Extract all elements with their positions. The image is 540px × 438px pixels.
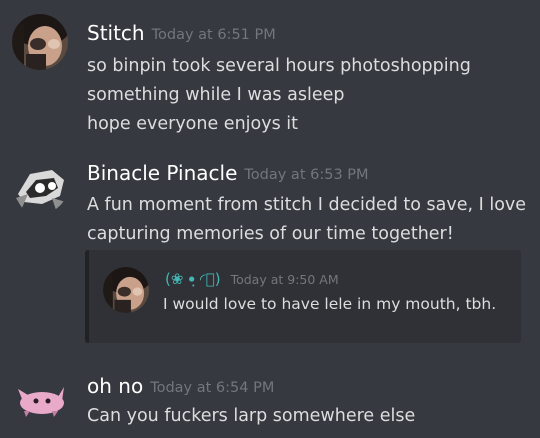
quote-author[interactable]: (❀ •ฺ ◜ฺ) Today at 9:50 AM <box>165 270 339 289</box>
message-line: so binpin took several hours photoshoppi… <box>87 56 471 76</box>
message-timestamp: Today at 6:53 PM <box>244 167 369 183</box>
message-line: Can you fuckers larp somewhere else <box>87 406 416 426</box>
author-name[interactable]: Stitch <box>87 21 145 45</box>
message-line: hope everyone enjoys it <box>87 114 298 134</box>
message-content: so binpin took several hours photoshoppi… <box>87 52 532 139</box>
binacle-avatar-icon[interactable] <box>12 158 68 214</box>
message-content: A fun moment from stitch I decided to sa… <box>87 191 532 249</box>
message-content: Can you fuckers larp somewhere else <box>87 402 532 431</box>
message-author[interactable]: oh no Today at 6:54 PM <box>87 373 274 401</box>
quote-avatar-icon <box>103 267 149 313</box>
author-name[interactable]: oh no <box>87 374 143 398</box>
message-line: A fun moment from stitch I decided to sa… <box>87 195 527 215</box>
chat-view: Stitch Today at 6:51 PM so binpin took se… <box>0 0 540 438</box>
message-author[interactable]: Stitch Today at 6:51 PM <box>87 20 276 48</box>
quote-text: I would love to have lele in my mouth, t… <box>163 295 497 313</box>
message-author[interactable]: Binacle Pinacle Today at 6:53 PM <box>87 160 369 188</box>
quote-author-name[interactable]: (❀ •ฺ ◜ฺ) <box>165 270 221 288</box>
message-timestamp: Today at 6:54 PM <box>150 380 275 396</box>
stitch-avatar-icon[interactable] <box>12 14 68 70</box>
author-name[interactable]: Binacle Pinacle <box>87 161 237 185</box>
message-timestamp: Today at 6:51 PM <box>151 27 276 43</box>
quoted-message-embed[interactable]: (❀ •ฺ ◜ฺ) Today at 9:50 AM I would love t… <box>85 250 521 343</box>
quote-timestamp: Today at 9:50 AM <box>230 272 339 287</box>
message-line: capturing memories of our time together! <box>87 224 454 244</box>
ohno-avatar-icon[interactable] <box>12 371 68 427</box>
message-line: something while I was asleep <box>87 85 345 105</box>
